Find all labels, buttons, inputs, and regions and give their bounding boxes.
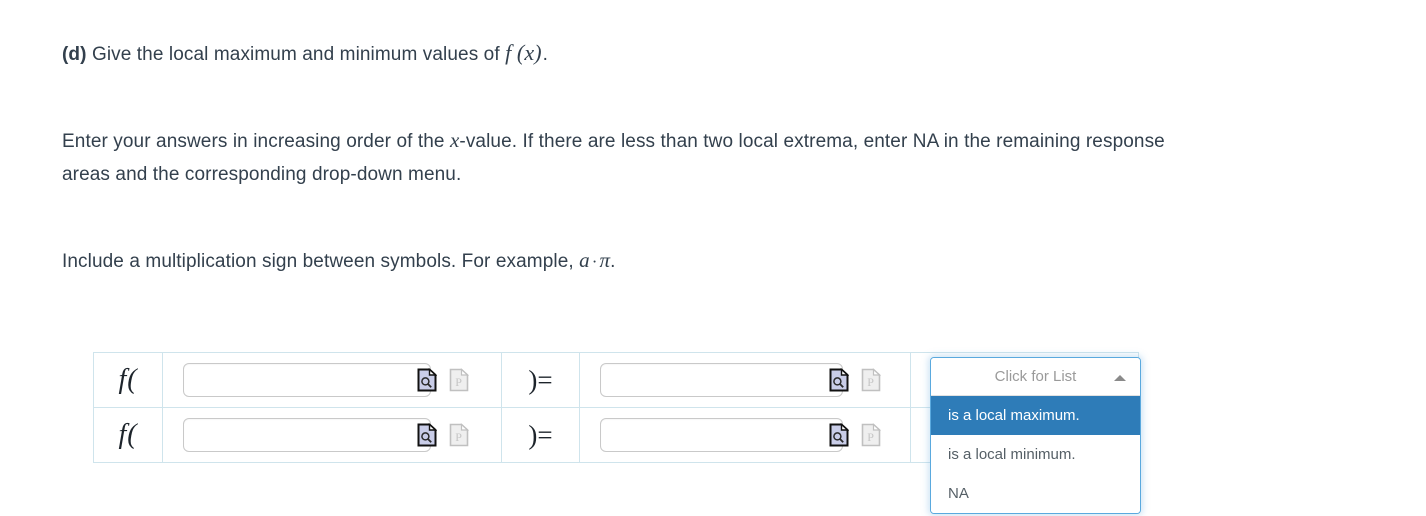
instruction-ordering-math: x <box>449 128 460 152</box>
extremum-type-dropdown[interactable]: Click for List is a local maximum. is a … <box>930 357 1141 514</box>
instruction-multiplication-period: . <box>610 251 616 272</box>
row1-close-equals-label: )= <box>528 364 553 395</box>
document-magnifier-icon[interactable] <box>417 367 438 392</box>
instruction-multiplication: Include a multiplication sign between sy… <box>62 244 1362 278</box>
row1-value-input-group: P <box>580 363 910 397</box>
svg-text:P: P <box>455 430 462 444</box>
row2-f-open-cell: f( <box>93 407 163 463</box>
document-p-icon: P <box>861 423 882 447</box>
row2-close-equals-label: )= <box>528 419 553 450</box>
question-prompt-text: Give the local maximum and minimum value… <box>91 44 500 65</box>
document-magnifier-icon[interactable] <box>829 422 850 447</box>
question-prompt-period: . <box>542 44 549 65</box>
row2-x-input[interactable] <box>183 418 431 452</box>
question-prompt-math: f (x) <box>505 40 542 65</box>
row2-f-open-label: f( <box>118 419 138 450</box>
row2-value-cell: P <box>579 407 911 463</box>
dropdown-option-label: is a local maximum. <box>948 407 1080 424</box>
row1-f-open-label: f( <box>118 364 138 395</box>
instruction-multiplication-part1: Include a multiplication sign between sy… <box>62 251 574 272</box>
row1-f-open-cell: f( <box>93 352 163 408</box>
question-page: (d) Give the local maximum and minimum v… <box>0 0 1426 516</box>
svg-text:P: P <box>867 375 874 389</box>
row2-value-input[interactable] <box>600 418 843 452</box>
dropdown-option-label: is a local minimum. <box>948 446 1076 463</box>
chevron-up-icon <box>1114 374 1126 381</box>
row1-value-input[interactable] <box>600 363 843 397</box>
document-p-icon: P <box>449 368 470 392</box>
dropdown-option-local-maximum[interactable]: is a local maximum. <box>931 396 1140 435</box>
dropdown-option-label: NA <box>948 485 969 502</box>
row2-value-input-group: P <box>580 418 910 452</box>
document-magnifier-icon[interactable] <box>829 367 850 392</box>
dropdown-option-local-minimum[interactable]: is a local minimum. <box>931 435 1140 474</box>
row1-x-input-group: P <box>163 363 501 397</box>
dropdown-header[interactable]: Click for List <box>931 358 1140 396</box>
row2-x-cell: P <box>162 407 502 463</box>
multiplication-dot-icon: · <box>591 252 598 271</box>
row2-x-input-group: P <box>163 418 501 452</box>
instruction-multiplication-pi: π <box>599 248 611 272</box>
row1-x-cell: P <box>162 352 502 408</box>
dropdown-header-label: Click for List <box>994 368 1077 385</box>
row2-close-cell: )= <box>501 407 580 463</box>
svg-text:P: P <box>867 430 874 444</box>
document-magnifier-icon[interactable] <box>417 422 438 447</box>
question-label: (d) <box>62 44 87 65</box>
row1-value-cell: P <box>579 352 911 408</box>
question-prompt: (d) Give the local maximum and minimum v… <box>62 36 1362 71</box>
instruction-ordering: Enter your answers in increasing order o… <box>62 124 1202 191</box>
dropdown-option-na[interactable]: NA <box>931 474 1140 513</box>
row1-close-cell: )= <box>501 352 580 408</box>
instruction-multiplication-var-a: a <box>579 248 590 272</box>
row1-x-input[interactable] <box>183 363 431 397</box>
document-p-icon: P <box>449 423 470 447</box>
instruction-ordering-part1: Enter your answers in increasing order o… <box>62 131 445 152</box>
document-p-icon: P <box>861 368 882 392</box>
svg-text:P: P <box>455 375 462 389</box>
